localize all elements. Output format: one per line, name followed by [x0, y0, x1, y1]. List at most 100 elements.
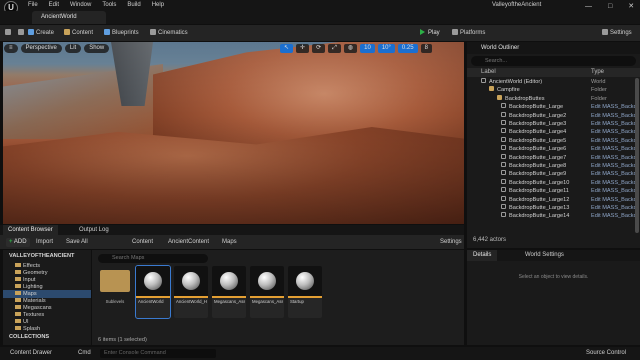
outliner-row[interactable]: BackdropButtes Folder	[467, 94, 640, 103]
project-root[interactable]: VALLEYOFTHEANCIENT	[9, 253, 74, 259]
asset-map-tile[interactable]: AncientWorld	[135, 265, 171, 319]
outliner-row[interactable]: BackdropButte_Large6 Edit MASS_Backd	[467, 145, 640, 153]
world-space-icon[interactable]: ◍	[343, 44, 358, 53]
actor-icon	[501, 145, 506, 151]
cinematics-button[interactable]: Cinematics	[150, 29, 188, 36]
outliner-row-type: Folder	[591, 87, 607, 94]
outliner-row-type[interactable]: Edit MASS_Backd	[591, 103, 637, 111]
menu-tools[interactable]: Tools	[102, 2, 116, 8]
outliner-row[interactable]: BackdropButte_Large3 Edit MASS_Backd	[467, 120, 640, 128]
blueprints-button[interactable]: Blueprints	[104, 29, 139, 36]
platforms-button[interactable]: Platforms	[452, 29, 485, 36]
column-type[interactable]: Type	[591, 69, 604, 75]
cmd-button[interactable]: Cmd	[78, 350, 91, 356]
outliner-row[interactable]: BackdropButte_Large13 Edit MASS_Backd	[467, 204, 640, 212]
tab-content-browser[interactable]: Content Browser	[3, 225, 58, 235]
outliner-row[interactable]: BackdropButte_Large14 Edit MASS_Backd	[467, 212, 640, 220]
outliner-row[interactable]: BackdropButte_Large7 Edit MASS_Backd	[467, 153, 640, 162]
actor-icon	[501, 178, 506, 184]
folder-tree-item[interactable]: Splash	[3, 325, 91, 333]
outliner-row-text: BackdropButte_Large14	[509, 213, 570, 220]
save-icon[interactable]	[5, 29, 13, 36]
menu-build[interactable]: Build	[127, 2, 140, 8]
outliner-row-type[interactable]: Edit MASS_Backd	[591, 120, 637, 128]
tab-details[interactable]: Details	[467, 250, 498, 261]
import-button[interactable]: Import	[36, 239, 53, 245]
outliner-row-type[interactable]: Edit MASS_Backd	[591, 137, 637, 145]
select-tool-icon[interactable]: ↖	[280, 44, 294, 53]
outliner-row-type[interactable]: Edit MASS_Backd	[591, 154, 637, 162]
console-input[interactable]: Enter Console Command	[100, 349, 216, 358]
column-label[interactable]: Label	[481, 69, 496, 75]
outliner-row-type[interactable]: Edit MASS_Backd	[591, 128, 637, 136]
breadcrumb-maps[interactable]: Maps	[222, 239, 237, 245]
outliner-row-type[interactable]: Edit MASS_Backd	[591, 187, 637, 195]
outliner-scrollbar[interactable]	[635, 78, 639, 233]
content-drawer-button[interactable]: Content Drawer	[10, 350, 52, 356]
outliner-row[interactable]: BackdropButte_Large2 Edit MASS_Backd	[467, 111, 640, 120]
rotate-tool-icon[interactable]: ⟳	[312, 44, 326, 53]
tab-level[interactable]: AncientWorld	[32, 11, 106, 24]
mode-select-icon[interactable]	[18, 29, 26, 36]
camera-speed-value[interactable]: 8	[420, 44, 432, 53]
outliner-row[interactable]: BackdropButte_Large12 Edit MASS_Backd	[467, 195, 640, 204]
menu-window[interactable]: Window	[70, 2, 91, 8]
outliner-row[interactable]: BackdropButte_Large11 Edit MASS_Backd	[467, 187, 640, 195]
outliner-row[interactable]: BackdropButte_Large Edit MASS_Backd	[467, 103, 640, 111]
play-button[interactable]: Play	[416, 28, 444, 38]
outliner-row[interactable]: AncientWorld (Editor) World	[467, 78, 640, 86]
cb-settings-button[interactable]: Settings	[440, 239, 462, 245]
outliner-row-text: BackdropButte_Large12	[509, 196, 570, 203]
save-all-button[interactable]: Save All	[66, 239, 88, 245]
outliner-row-type[interactable]: Edit MASS_Backd	[591, 179, 637, 187]
perspective-button[interactable]: Perspective	[20, 44, 62, 53]
level-viewport[interactable]	[3, 42, 464, 224]
outliner-row-type[interactable]: Edit MASS_Backd	[591, 196, 637, 204]
asset-search-input[interactable]: Search Maps	[98, 254, 208, 263]
asset-map-tile[interactable]: Startup	[288, 266, 322, 318]
viewport-menu-button[interactable]: ≡	[4, 44, 18, 53]
menu-help[interactable]: Help	[152, 2, 164, 8]
outliner-row[interactable]: Campfire Folder	[467, 86, 640, 94]
outliner-search-input[interactable]: Search...	[471, 56, 636, 66]
breadcrumb-content[interactable]: Content	[132, 239, 153, 245]
outliner-row-type[interactable]: Edit MASS_Backd	[591, 145, 637, 153]
scale-snap-value[interactable]: 0.25	[397, 44, 418, 53]
settings-button[interactable]: Settings	[602, 29, 632, 36]
outliner-row-type[interactable]: Edit MASS_Backd	[591, 212, 637, 220]
add-button[interactable]: + ADD	[6, 238, 30, 247]
lit-button[interactable]: Lit	[64, 44, 82, 53]
outliner-row-type[interactable]: Edit MASS_Backd	[591, 204, 637, 212]
outliner-row[interactable]: BackdropButte_Large9 Edit MASS_Backd	[467, 170, 640, 178]
breadcrumb-ancientcontent[interactable]: AncientContent	[168, 239, 209, 245]
outliner-row[interactable]: BackdropButte_Large8 Edit MASS_Backd	[467, 162, 640, 170]
outliner-row-type[interactable]: Edit MASS_Backd	[591, 170, 637, 178]
asset-folder-tile[interactable]: Sublevels	[98, 266, 132, 318]
outliner-row-type[interactable]: Edit MASS_Backd	[591, 162, 637, 170]
outliner-row-type[interactable]: Edit MASS_Backd	[591, 112, 637, 120]
outliner-row[interactable]: BackdropButte_Large5 Edit MASS_Backd	[467, 136, 640, 145]
rotation-snap-value[interactable]: 10°	[377, 44, 395, 53]
show-button[interactable]: Show	[84, 44, 110, 53]
tab-output-log[interactable]: Output Log	[74, 225, 114, 235]
outliner-row[interactable]: BackdropButte_Large4 Edit MASS_Backd	[467, 128, 640, 136]
asset-map-tile[interactable]: Megascans_Asset_Sat	[212, 266, 246, 318]
asset-map-tile[interactable]: AncientWorld_HLOD0_Land_Instanced	[174, 266, 208, 318]
translate-tool-icon[interactable]: ✛	[296, 44, 310, 53]
tab-world-settings[interactable]: World Settings	[519, 250, 570, 261]
asset-map-tile[interactable]: Megascans_Asset_Sat_Sunlit	[250, 266, 284, 318]
menu-edit[interactable]: Edit	[49, 2, 59, 8]
menu-file[interactable]: File	[28, 2, 38, 8]
close-button[interactable]: ✕	[628, 2, 634, 10]
maximize-button[interactable]: □	[608, 3, 612, 10]
source-control-button[interactable]: Source Control	[586, 350, 626, 356]
create-button[interactable]: Create	[28, 29, 54, 36]
map-sphere-icon	[182, 272, 200, 290]
content-button[interactable]: Content	[64, 29, 93, 36]
scale-tool-icon[interactable]: ⤢	[328, 44, 341, 53]
grid-snap-value[interactable]: 10	[360, 44, 375, 53]
outliner-row[interactable]: BackdropButte_Large10 Edit MASS_Backd	[467, 178, 640, 187]
collections-header[interactable]: COLLECTIONS	[9, 334, 49, 340]
minimize-button[interactable]: —	[585, 3, 592, 10]
outliner-header: World Outliner	[467, 42, 640, 54]
